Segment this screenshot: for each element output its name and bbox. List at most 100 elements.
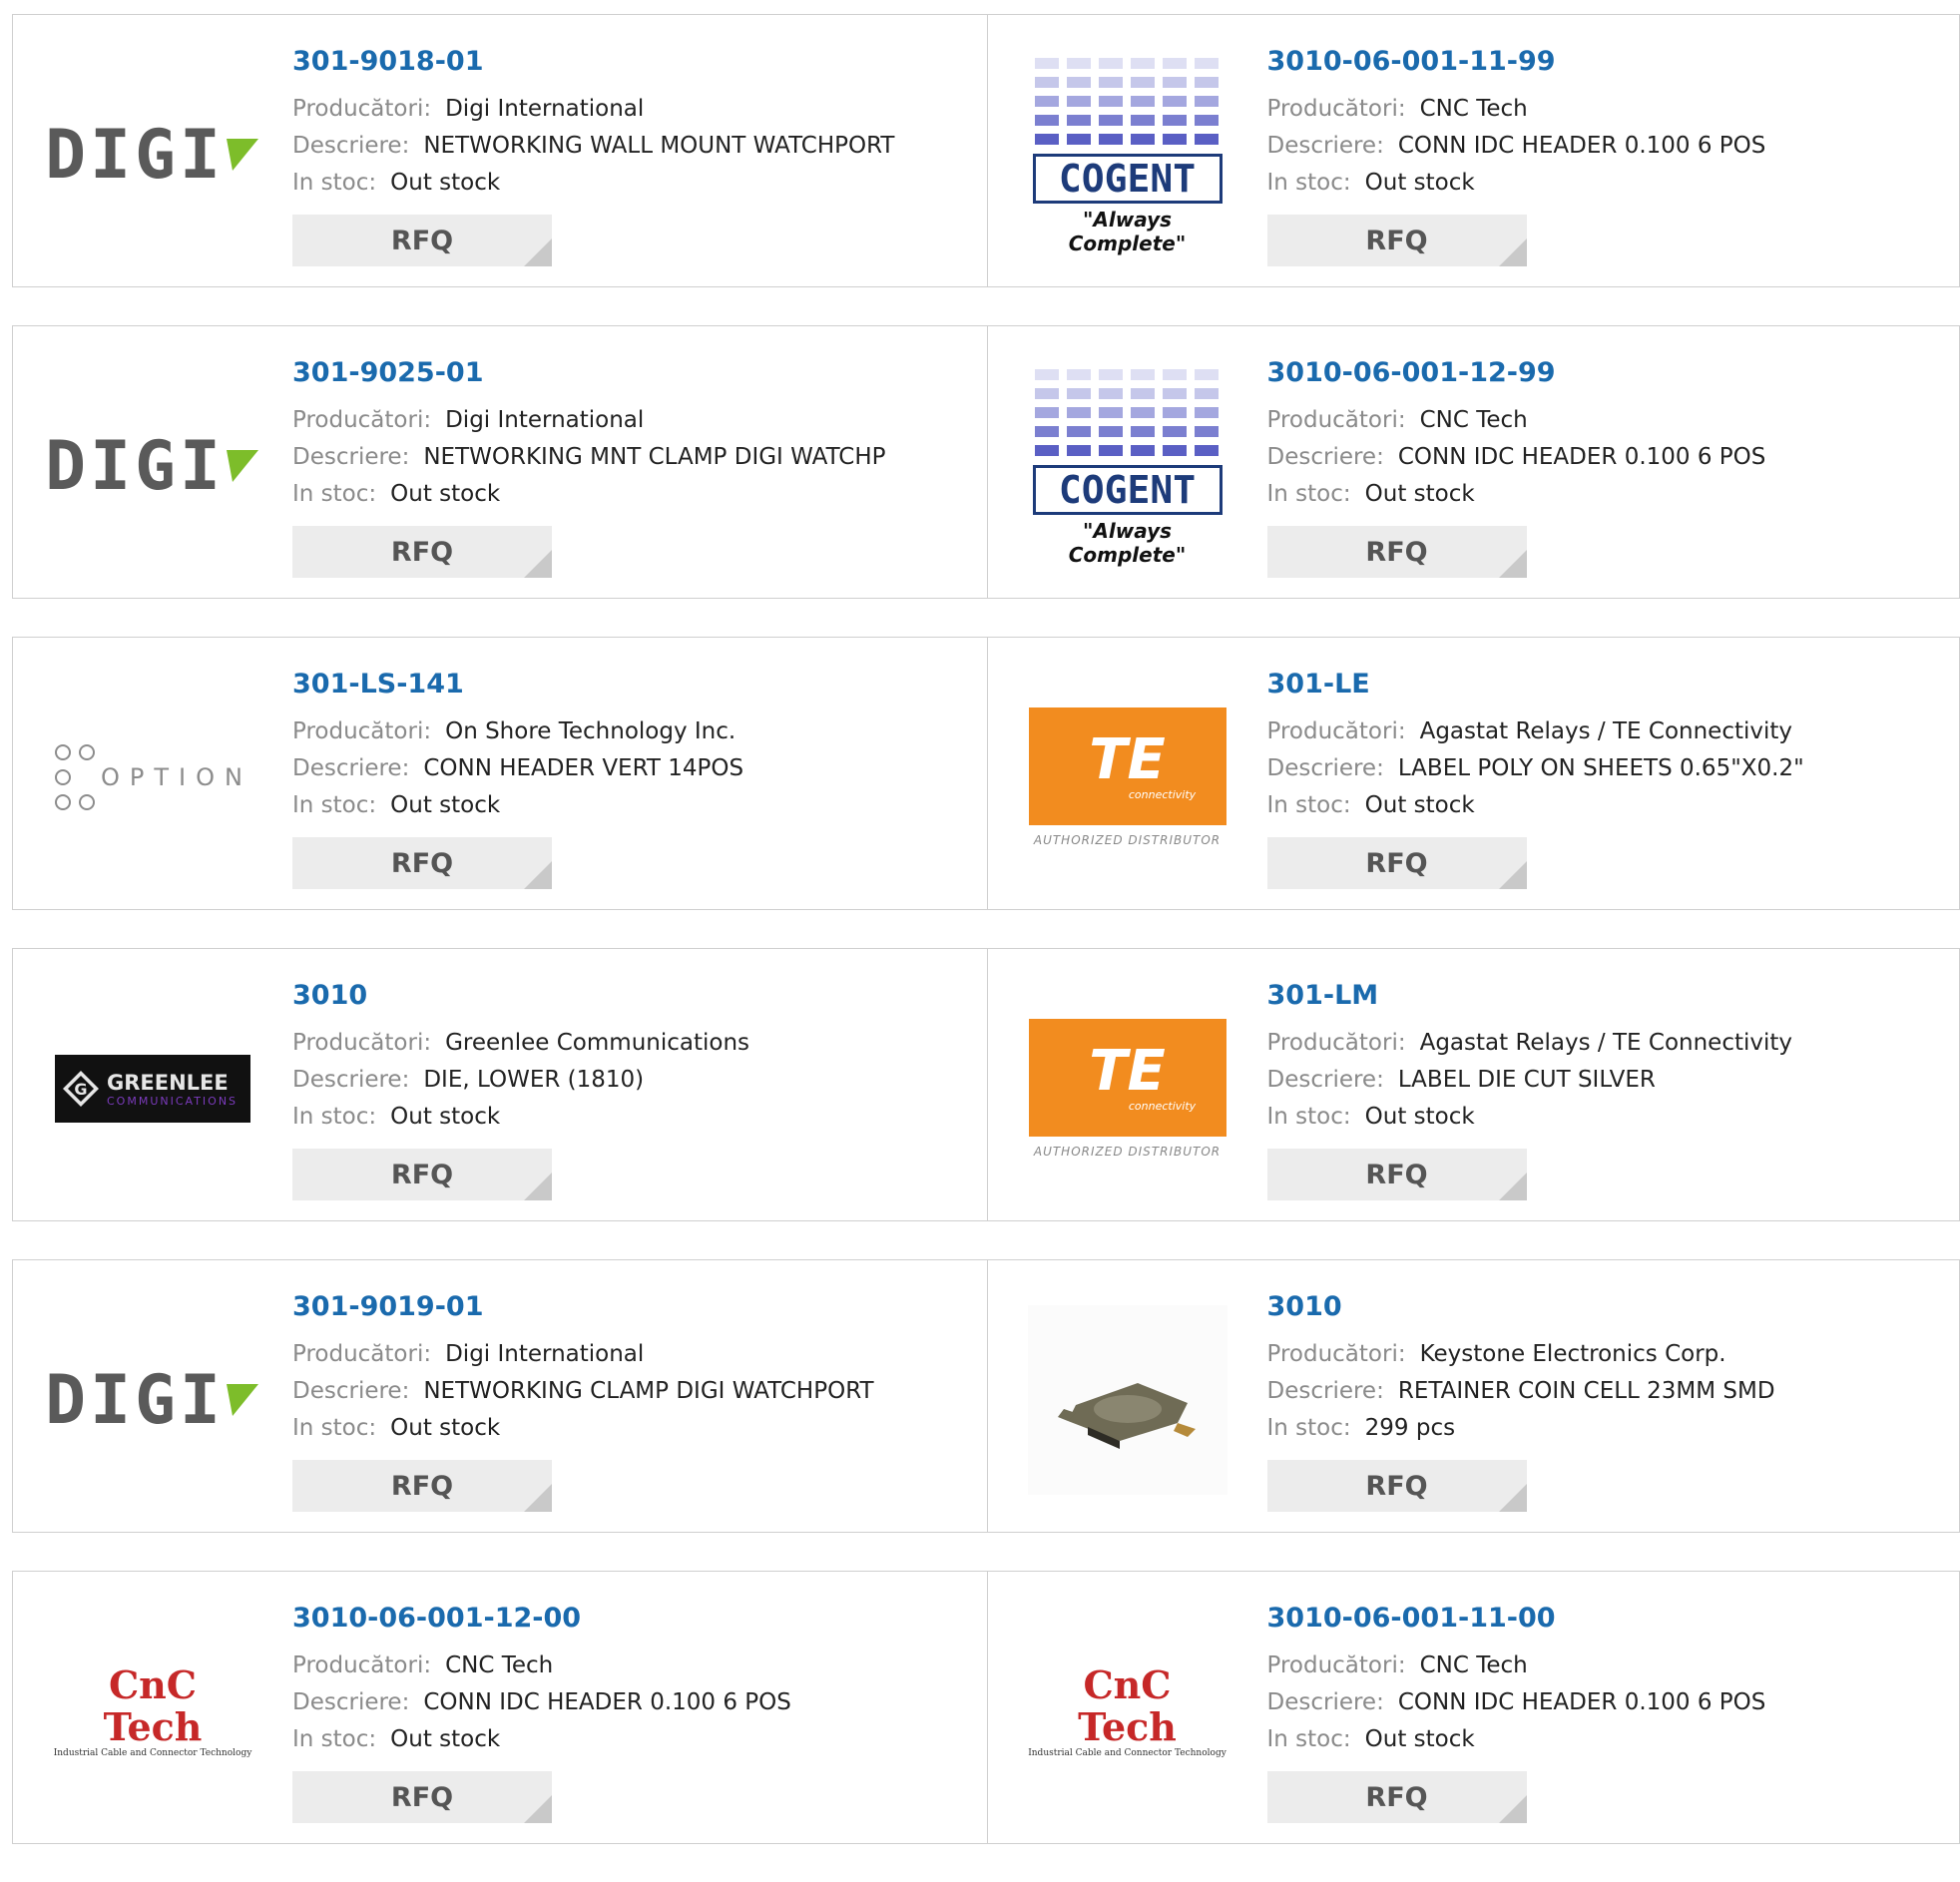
corner-fold-icon — [524, 238, 552, 266]
stock-value: Out stock — [1365, 1726, 1475, 1752]
stock-value: Out stock — [390, 1104, 500, 1130]
rfq-button[interactable]: RFQ — [292, 215, 552, 266]
cogent-logo: COGENT"Always Complete" — [1028, 54, 1227, 255]
rfq-button[interactable]: RFQ — [1267, 837, 1527, 889]
manufacturer-line: Producători:Digi International — [292, 91, 894, 128]
manufacturer-logo[interactable]: OPTION — [53, 683, 252, 872]
product-row: DIGI 301-9019-01 Producători:Digi Intern… — [12, 1259, 1960, 1533]
rfq-button[interactable]: RFQ — [1267, 1460, 1527, 1512]
greenlee-logo-text: GREENLEECOMMUNICATIONS — [101, 1071, 238, 1108]
description-label: Descriere: — [1267, 1067, 1384, 1093]
manufacturer-value: CNC Tech — [1420, 1652, 1528, 1678]
description-label: Descriere: — [1267, 133, 1384, 159]
product-card: DIGI 301-9025-01 Producători:Digi Intern… — [12, 325, 988, 599]
part-number-link[interactable]: 301-9025-01 — [292, 356, 886, 402]
stock-line: In stoc:Out stock — [292, 1099, 749, 1136]
rfq-button[interactable]: RFQ — [1267, 1149, 1527, 1200]
te-logo-box: TEconnectivity — [1029, 1019, 1226, 1137]
rfq-button[interactable]: RFQ — [1267, 526, 1527, 578]
product-info: 3010-06-001-12-99 Producători:CNC Tech D… — [1267, 356, 1766, 578]
te-logo-mark: TE — [1089, 1044, 1165, 1100]
cnc-logo-sub: Industrial Cable and Connector Technolog… — [53, 1748, 252, 1758]
digi-logo: DIGI — [45, 116, 260, 195]
stock-value: Out stock — [1365, 170, 1475, 196]
manufacturer-label: Producători: — [1267, 1030, 1406, 1056]
product-info: 301-LS-141 Producători:On Shore Technolo… — [292, 668, 743, 889]
manufacturer-label: Producători: — [1267, 407, 1406, 433]
part-number-link[interactable]: 3010-06-001-11-99 — [1267, 45, 1766, 91]
product-grid: DIGI 301-9018-01 Producători:Digi Intern… — [12, 14, 1960, 1882]
manufacturer-logo[interactable]: GGREENLEECOMMUNICATIONS — [53, 994, 252, 1183]
stock-line: In stoc:Out stock — [1267, 787, 1804, 824]
rfq-button[interactable]: RFQ — [292, 1149, 552, 1200]
part-number-link[interactable]: 301-LM — [1267, 979, 1793, 1025]
description-label: Descriere: — [292, 133, 409, 159]
stock-line: In stoc:Out stock — [292, 165, 894, 202]
product-card: OPTION 301-LS-141 Producători:On Shore T… — [12, 637, 988, 910]
part-number-link[interactable]: 301-LE — [1267, 668, 1804, 713]
description-label: Descriere: — [1267, 1378, 1384, 1404]
stock-line: In stoc:Out stock — [1267, 1721, 1766, 1758]
option-dots-icon — [53, 740, 101, 814]
part-number-link[interactable]: 301-LS-141 — [292, 668, 743, 713]
manufacturer-line: Producători:Digi International — [292, 1336, 874, 1373]
product-info: 3010-06-001-11-99 Producători:CNC Tech D… — [1267, 45, 1766, 266]
product-card: TEconnectivityAUTHORIZED DISTRIBUTOR 301… — [988, 637, 1960, 910]
stock-label: In stoc: — [292, 1726, 376, 1752]
manufacturer-logo[interactable]: COGENT"Always Complete" — [1028, 60, 1227, 249]
part-number-link[interactable]: 301-9019-01 — [292, 1290, 874, 1336]
part-number-link[interactable]: 3010-06-001-12-00 — [292, 1602, 791, 1647]
product-info: 3010-06-001-11-00 Producători:CNC Tech D… — [1267, 1602, 1766, 1823]
option-logo: OPTION — [53, 740, 252, 814]
part-number-link[interactable]: 301-9018-01 — [292, 45, 894, 91]
product-info: 3010-06-001-12-00 Producători:CNC Tech D… — [292, 1602, 791, 1823]
manufacturer-value: Digi International — [445, 1341, 644, 1367]
description-line: Descriere:CONN IDC HEADER 0.100 6 POS — [1267, 1684, 1766, 1721]
stock-line: In stoc:299 pcs — [1267, 1410, 1775, 1447]
te-logo: TEconnectivityAUTHORIZED DISTRIBUTOR — [1029, 1019, 1226, 1159]
stock-line: In stoc:Out stock — [292, 476, 886, 513]
digi-logo: DIGI — [45, 427, 260, 506]
corner-fold-icon — [1499, 238, 1527, 266]
rfq-button[interactable]: RFQ — [292, 1771, 552, 1823]
rfq-button[interactable]: RFQ — [292, 837, 552, 889]
part-number-link[interactable]: 3010-06-001-12-99 — [1267, 356, 1766, 402]
description-value: LABEL POLY ON SHEETS 0.65"X0.2" — [1398, 755, 1804, 781]
part-number-link[interactable]: 3010-06-001-11-00 — [1267, 1602, 1766, 1647]
description-value: DIE, LOWER (1810) — [423, 1067, 644, 1093]
rfq-button[interactable]: RFQ — [1267, 215, 1527, 266]
manufacturer-line: Producători:Agastat Relays / TE Connecti… — [1267, 1025, 1793, 1062]
manufacturer-logo[interactable]: TEconnectivityAUTHORIZED DISTRIBUTOR — [1028, 683, 1227, 872]
product-card: 3010 Producători:Keystone Electronics Co… — [988, 1259, 1960, 1533]
product-row: DIGI 301-9018-01 Producători:Digi Intern… — [12, 14, 1960, 287]
manufacturer-logo[interactable]: COGENT"Always Complete" — [1028, 371, 1227, 561]
description-value: NETWORKING CLAMP DIGI WATCHPORT — [423, 1378, 873, 1404]
manufacturer-logo[interactable]: CnC TechIndustrial Cable and Connector T… — [53, 1617, 252, 1806]
part-number-link[interactable]: 3010 — [1267, 1290, 1775, 1336]
rfq-button[interactable]: RFQ — [1267, 1771, 1527, 1823]
manufacturer-logo[interactable]: DIGI — [53, 60, 252, 249]
cogent-logo-tagline: "Always Complete" — [1028, 519, 1227, 567]
part-number-link[interactable]: 3010 — [292, 979, 749, 1025]
product-info: 301-9025-01 Producători:Digi Internation… — [292, 356, 886, 578]
digi-logo-text: DIGI — [45, 427, 225, 506]
manufacturer-logo[interactable]: CnC TechIndustrial Cable and Connector T… — [1028, 1617, 1227, 1806]
manufacturer-logo[interactable] — [1028, 1305, 1227, 1495]
description-line: Descriere:NETWORKING WALL MOUNT WATCHPOR… — [292, 128, 894, 165]
manufacturer-logo[interactable]: DIGI — [53, 371, 252, 561]
manufacturer-value: Keystone Electronics Corp. — [1420, 1341, 1726, 1367]
manufacturer-logo[interactable]: TEconnectivityAUTHORIZED DISTRIBUTOR — [1028, 994, 1227, 1183]
cogent-logo-tagline: "Always Complete" — [1028, 208, 1227, 255]
rfq-button[interactable]: RFQ — [292, 1460, 552, 1512]
product-info: 301-9019-01 Producători:Digi Internation… — [292, 1290, 874, 1512]
rfq-button[interactable]: RFQ — [292, 526, 552, 578]
greenlee-diamond-icon: G — [61, 1069, 101, 1109]
manufacturer-logo[interactable]: DIGI — [53, 1305, 252, 1495]
rfq-label: RFQ — [1365, 537, 1427, 568]
product-card: DIGI 301-9018-01 Producători:Digi Intern… — [12, 14, 988, 287]
digi-logo: DIGI — [45, 1361, 260, 1440]
rfq-label: RFQ — [1365, 226, 1427, 256]
description-value: CONN IDC HEADER 0.100 6 POS — [1398, 1689, 1766, 1715]
stock-label: In stoc: — [292, 481, 376, 507]
product-card: COGENT"Always Complete" 3010-06-001-11-9… — [988, 14, 1960, 287]
